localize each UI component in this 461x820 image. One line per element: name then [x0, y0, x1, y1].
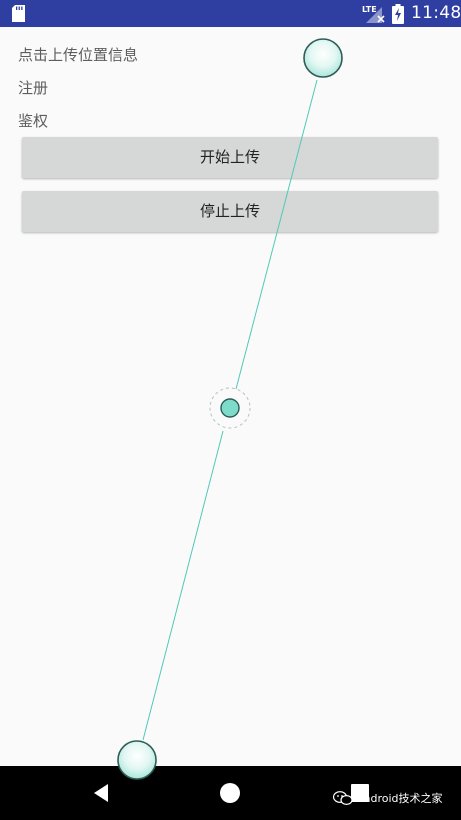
start-upload-button[interactable]: 开始上传 — [22, 137, 438, 178]
main-content: 点击上传位置信息 注册 鉴权 开始上传 停止上传 — [0, 27, 461, 766]
home-icon[interactable] — [220, 783, 240, 803]
clock-time: 11:48 — [411, 3, 461, 23]
watermark: Android技术之家 — [333, 790, 443, 806]
auth-status: 鉴权 — [18, 112, 49, 130]
upload-location-info: 点击上传位置信息 — [18, 46, 139, 64]
navigation-bar: Android技术之家 — [0, 766, 461, 820]
register-status: 注册 — [18, 79, 49, 97]
network-label: LTE — [362, 5, 377, 14]
status-bar: LTE 11:48 — [0, 0, 461, 27]
watermark-text: Android技术之家 — [356, 792, 443, 805]
wechat-icon — [333, 791, 353, 805]
sd-card-icon — [12, 5, 25, 22]
back-icon[interactable] — [91, 783, 111, 803]
lte-signal-icon: LTE — [362, 5, 385, 23]
stop-upload-button[interactable]: 停止上传 — [22, 191, 438, 232]
battery-charging-icon — [392, 4, 404, 24]
